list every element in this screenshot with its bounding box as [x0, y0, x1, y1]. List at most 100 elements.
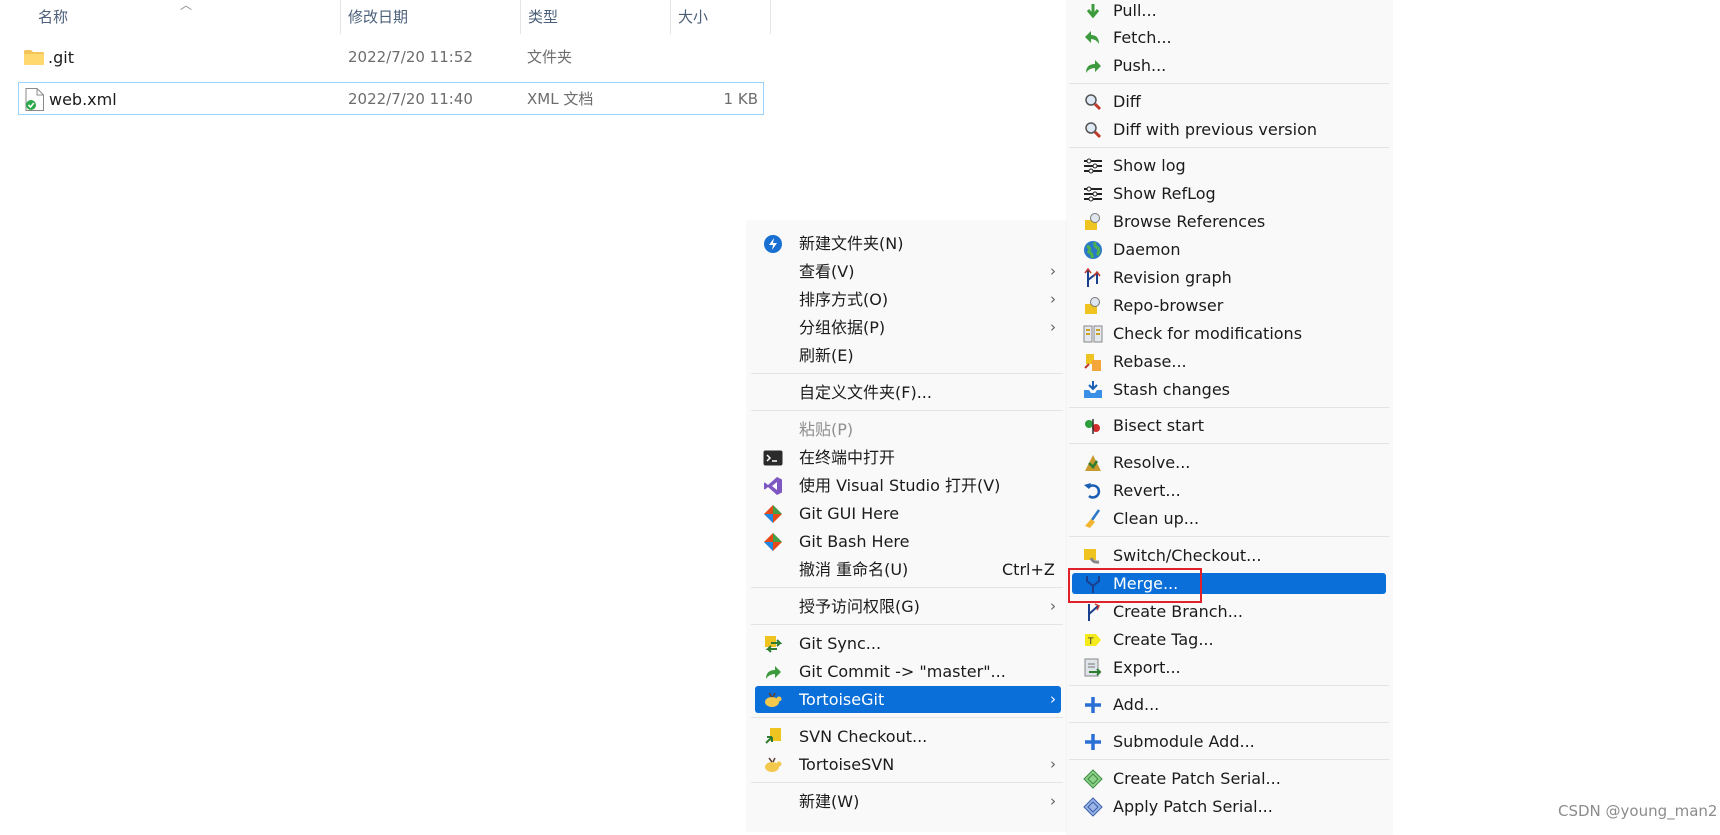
menu-separator: [1069, 685, 1389, 686]
svg-text:T: T: [1087, 637, 1094, 647]
submenu-item-revert[interactable]: Revert...: [1072, 477, 1386, 504]
fetch-icon: [1085, 31, 1099, 44]
menu-separator: [1069, 759, 1389, 760]
submenu-item-stash-changes[interactable]: Stash changes: [1072, 376, 1386, 403]
column-header-modified[interactable]: 修改日期: [342, 0, 520, 34]
submenu-item-add[interactable]: Add...: [1072, 691, 1386, 718]
column-divider[interactable]: [670, 0, 671, 34]
create-branch-icon: [1088, 603, 1101, 621]
submenu-item-check-modifications[interactable]: Check for modifications: [1072, 320, 1386, 347]
submenu-item-switch-checkout[interactable]: Switch/Checkout...: [1072, 542, 1386, 569]
chevron-right-icon: ›: [1050, 290, 1056, 308]
export-icon: [1084, 658, 1102, 677]
menu-item-group-by[interactable]: 分组依据(P) ›: [755, 314, 1061, 341]
file-row-git[interactable]: .git 2022/7/20 11:52 文件夹: [18, 41, 764, 74]
chevron-right-icon: ›: [1050, 792, 1056, 810]
submenu-item-rebase[interactable]: Rebase...: [1072, 348, 1386, 375]
menu-item-git-sync[interactable]: Git Sync...: [755, 630, 1061, 657]
submenu-item-repo-browser[interactable]: Repo-browser: [1072, 292, 1386, 319]
show-log-icon: [1084, 158, 1102, 174]
submenu-item-create-patch-serial[interactable]: Create Patch Serial...: [1072, 765, 1386, 792]
file-size: [668, 41, 758, 74]
submenu-item-browse-references[interactable]: Browse References: [1072, 208, 1386, 235]
menu-item-undo-rename[interactable]: 撤消 重命名(U) Ctrl+Z: [755, 556, 1061, 583]
column-divider[interactable]: [340, 0, 341, 34]
column-divider[interactable]: [770, 0, 771, 34]
cleanup-icon: [1085, 509, 1101, 528]
submenu-item-pull[interactable]: Pull...: [1072, 0, 1386, 24]
menu-separator: [1069, 83, 1389, 84]
menu-item-tortoisesvn[interactable]: TortoiseSVN ›: [755, 751, 1061, 778]
chevron-right-icon: ›: [1050, 690, 1056, 708]
bisect-icon: [1085, 419, 1100, 434]
chevron-right-icon: ›: [1050, 597, 1056, 615]
stash-icon: [1084, 381, 1102, 398]
column-header-type[interactable]: 类型: [522, 0, 670, 34]
file-name: web.xml: [49, 90, 117, 109]
file-modified: 2022/7/20 11:40: [348, 90, 473, 108]
submenu-item-bisect-start[interactable]: Bisect start: [1072, 412, 1386, 439]
submenu-item-export[interactable]: Export...: [1072, 654, 1386, 681]
menu-item-git-bash-here[interactable]: Git Bash Here: [755, 528, 1061, 555]
browse-references-icon: [1085, 213, 1100, 230]
apply-patch-icon: [1083, 797, 1103, 817]
diff-previous-icon: [1085, 122, 1102, 139]
submenu-item-push[interactable]: Push...: [1072, 52, 1386, 79]
switch-checkout-icon: [1084, 549, 1100, 564]
menu-separator: [751, 782, 1063, 783]
create-patch-icon: [1083, 769, 1103, 789]
submenu-item-submodule-add[interactable]: Submodule Add...: [1072, 728, 1386, 755]
menu-item-git-commit[interactable]: Git Commit -> "master"...: [755, 658, 1061, 685]
watermark: CSDN @young_man2: [1558, 802, 1718, 820]
revision-graph-icon: [1084, 268, 1101, 287]
chevron-right-icon: ›: [1050, 755, 1056, 773]
add-icon: [1085, 697, 1101, 713]
column-header-size[interactable]: 大小: [672, 0, 770, 34]
xml-file-icon: [25, 88, 44, 111]
submenu-item-create-tag[interactable]: T Create Tag...: [1072, 626, 1386, 653]
menu-item-new-folder[interactable]: 新建文件夹(N): [755, 230, 1061, 257]
menu-separator: [1069, 407, 1389, 408]
menu-item-svn-checkout[interactable]: SVN Checkout...: [755, 723, 1061, 750]
submenu-item-show-log[interactable]: Show log: [1072, 152, 1386, 179]
submenu-item-clean-up[interactable]: Clean up...: [1072, 505, 1386, 532]
menu-item-tortoisegit[interactable]: TortoiseGit ›: [755, 686, 1061, 713]
svn-checkout-icon: [765, 728, 781, 744]
menu-separator: [1069, 536, 1389, 537]
menu-separator: [751, 624, 1063, 625]
file-type: XML 文档: [527, 90, 594, 108]
file-name: .git: [48, 48, 74, 67]
submenu-item-diff[interactable]: Diff: [1072, 88, 1386, 115]
menu-separator: [751, 373, 1063, 374]
menu-item-sort-by[interactable]: 排序方式(O) ›: [755, 286, 1061, 313]
column-divider[interactable]: [520, 0, 521, 34]
menu-item-open-visual-studio[interactable]: 使用 Visual Studio 打开(V): [755, 472, 1061, 499]
menu-separator: [751, 587, 1063, 588]
file-modified: 2022/7/20 11:52: [348, 48, 473, 66]
context-menu: 新建文件夹(N) 查看(V) › 排序方式(O) › 分组依据(P) › 刷新(…: [747, 221, 1067, 831]
menu-item-grant-access[interactable]: 授予访问权限(G) ›: [755, 593, 1061, 620]
menu-item-git-gui-here[interactable]: Git GUI Here: [755, 500, 1061, 527]
menu-item-paste[interactable]: 粘贴(P): [755, 416, 1061, 443]
submenu-item-resolve[interactable]: Resolve...: [1072, 449, 1386, 476]
repo-browser-icon: [1085, 297, 1100, 314]
shortcut-label: Ctrl+Z: [1002, 560, 1055, 579]
submenu-item-revision-graph[interactable]: Revision graph: [1072, 264, 1386, 291]
submenu-item-show-reflog[interactable]: Show RefLog: [1072, 180, 1386, 207]
tortoisegit-icon: [765, 692, 782, 707]
submenu-item-apply-patch-serial[interactable]: Apply Patch Serial...: [1072, 793, 1386, 820]
submenu-item-daemon[interactable]: Daemon: [1072, 236, 1386, 263]
menu-item-open-terminal[interactable]: 在终端中打开: [755, 444, 1061, 471]
menu-separator: [751, 717, 1063, 718]
menu-item-view[interactable]: 查看(V) ›: [755, 258, 1061, 285]
submenu-item-fetch[interactable]: Fetch...: [1072, 24, 1386, 51]
menu-item-customize-folder[interactable]: 自定义文件夹(F)...: [755, 379, 1061, 406]
revert-icon: [1084, 483, 1101, 499]
menu-separator: [751, 410, 1063, 411]
menu-item-new[interactable]: 新建(W) ›: [755, 788, 1061, 815]
menu-separator: [1069, 443, 1389, 444]
file-row-web-xml[interactable]: web.xml 2022/7/20 11:40 XML 文档 1 KB: [18, 82, 764, 115]
git-gui-icon: [764, 505, 782, 523]
submenu-item-diff-previous[interactable]: Diff with previous version: [1072, 116, 1386, 143]
menu-item-refresh[interactable]: 刷新(E): [755, 342, 1061, 369]
